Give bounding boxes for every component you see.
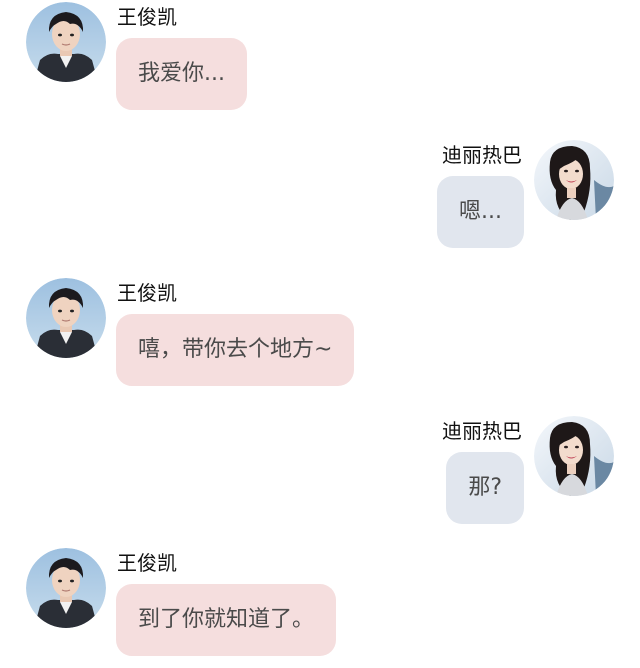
dilireba-avatar[interactable] — [534, 416, 614, 496]
message-bubble[interactable]: 嗯... — [437, 176, 524, 248]
message-bubble[interactable]: 嘻，带你去个地方~ — [116, 314, 355, 386]
sender-name: 王俊凯 — [117, 5, 177, 29]
dilireba-avatar[interactable] — [534, 140, 614, 220]
message-bubble[interactable]: 到了你就知道了。 — [116, 584, 337, 656]
wang-junkai-avatar[interactable] — [26, 2, 106, 82]
chat-message: 王俊凯 到了你就知道了。 — [0, 548, 640, 668]
chat-thread: 王俊凯 我爱你... 迪丽热巴 嗯... 王俊凯 嘻，带你去个地方~ 迪丽热巴 … — [0, 0, 640, 656]
chat-message: 迪丽热巴 嗯... — [0, 140, 640, 260]
sender-name: 迪丽热巴 — [442, 419, 522, 443]
sender-name: 王俊凯 — [117, 281, 177, 305]
wang-junkai-avatar[interactable] — [26, 278, 106, 358]
chat-message: 迪丽热巴 那? — [0, 416, 640, 536]
sender-name: 王俊凯 — [117, 551, 177, 575]
wang-junkai-avatar[interactable] — [26, 548, 106, 628]
chat-message: 王俊凯 我爱你... — [0, 2, 640, 122]
sender-name: 迪丽热巴 — [442, 143, 522, 167]
chat-message: 王俊凯 嘻，带你去个地方~ — [0, 278, 640, 398]
message-bubble[interactable]: 我爱你... — [116, 38, 247, 110]
message-bubble[interactable]: 那? — [446, 452, 524, 524]
